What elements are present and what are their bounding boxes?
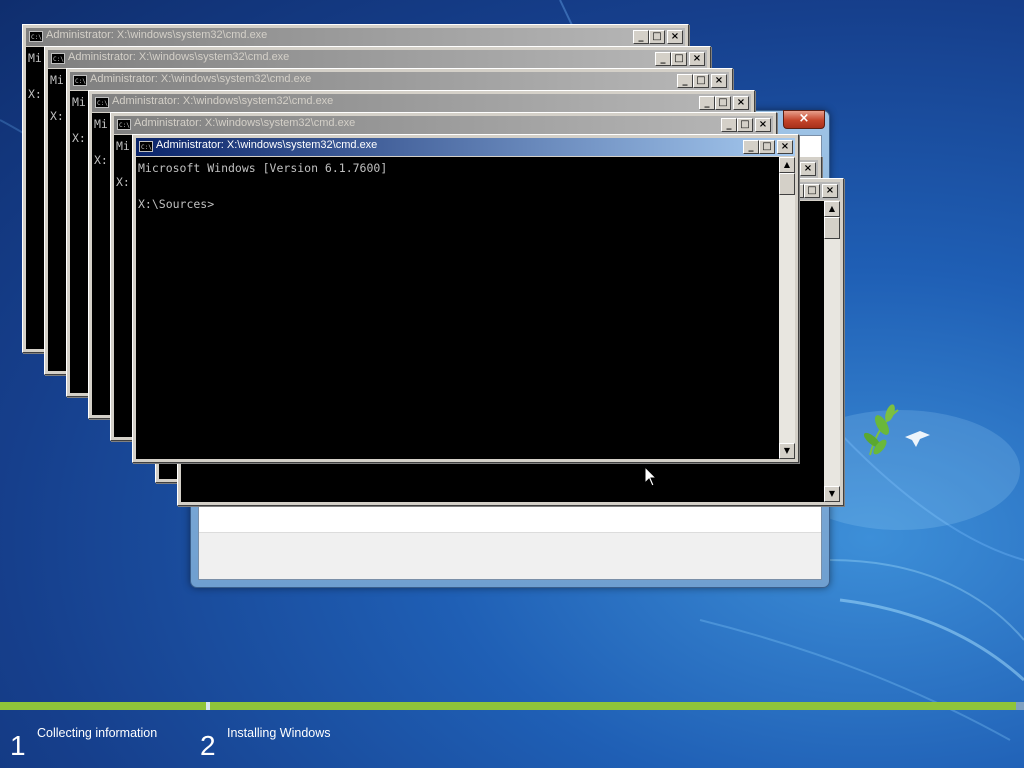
cmd-app-icon: C:\ [73,75,87,86]
minimize-button[interactable]: _ [655,52,671,66]
cmd-title: Administrator: X:\windows\system32\cmd.e… [112,95,334,107]
console-line: X: [72,131,86,145]
progress-step1-fill [0,702,206,710]
vertical-scrollbar[interactable]: ▲ ▼ [824,201,840,502]
cmd-titlebar[interactable]: C:\ Administrator: X:\windows\system32\c… [136,138,795,156]
scroll-down-button[interactable]: ▼ [824,486,840,502]
console-line: X: [50,109,64,123]
setup-window-footer [199,532,821,579]
maximize-button[interactable]: □ [737,118,753,132]
close-button[interactable]: × [733,96,749,110]
cmd-app-icon: C:\ [51,53,65,64]
cmd-title: Administrator: X:\windows\system32\cmd.e… [156,139,378,151]
maximize-button[interactable]: □ [693,74,709,88]
cmd-window-active[interactable]: C:\ Administrator: X:\windows\system32\c… [132,134,799,463]
cmd-titlebar[interactable]: C:\ Administrator: X:\windows\system32\c… [114,116,773,134]
close-button[interactable]: × [667,30,683,44]
mouse-cursor-icon [644,466,658,487]
cmd-app-icon: C:\ [29,31,43,42]
cmd-title: Administrator: X:\windows\system32\cmd.e… [46,29,268,41]
close-button[interactable]: × [711,74,727,88]
minimize-button[interactable]: _ [721,118,737,132]
cmd-app-icon: C:\ [95,97,109,108]
step-label: Collecting information [37,726,158,740]
windows-leaf-logo [863,404,930,456]
cmd-title: Administrator: X:\windows\system32\cmd.e… [90,73,312,85]
close-button[interactable]: × [822,184,838,198]
close-button[interactable]: × [777,140,793,154]
minimize-button[interactable]: _ [633,30,649,44]
cmd-titlebar[interactable]: C:\ Administrator: X:\windows\system32\c… [70,72,729,90]
setup-close-button[interactable]: × [783,110,825,129]
console-line: Mi [50,73,64,87]
console-line: Mi [116,139,130,153]
close-button[interactable]: × [755,118,771,132]
cmd-title: Administrator: X:\windows\system32\cmd.e… [68,51,290,63]
minimize-button[interactable]: _ [743,140,759,154]
cmd-title: Administrator: X:\windows\system32\cmd.e… [134,117,356,129]
maximize-button[interactable]: □ [759,140,775,154]
console-line: Mi [72,95,86,109]
console-prompt: X:\Sources> [138,197,215,211]
console-line: X: [94,153,108,167]
step-label: Installing Windows [227,726,331,740]
maximize-button[interactable]: □ [671,52,687,66]
scroll-up-button[interactable]: ▲ [824,201,840,217]
scroll-up-button[interactable]: ▲ [779,157,795,173]
console-line: Mi [94,117,108,131]
progress-step2-fill [210,702,1016,710]
cmd-app-icon: C:\ [117,119,131,130]
minimize-button[interactable]: _ [699,96,715,110]
close-button[interactable]: × [800,162,816,176]
cmd-titlebar[interactable]: C:\ Administrator: X:\windows\system32\c… [26,28,685,46]
console-line: Microsoft Windows [Version 6.1.7600] [138,161,388,175]
cmd-titlebar[interactable]: C:\ Administrator: X:\windows\system32\c… [92,94,751,112]
console-line: Mi [28,51,42,65]
scroll-thumb[interactable] [779,173,795,195]
scroll-thumb[interactable] [824,217,840,239]
maximize-button[interactable]: □ [715,96,731,110]
console-line: X: [116,175,130,189]
scroll-down-button[interactable]: ▼ [779,443,795,459]
cmd-titlebar[interactable]: C:\ Administrator: X:\windows\system32\c… [48,50,707,68]
step-number: 2 [200,730,216,761]
maximize-button[interactable]: □ [804,184,820,198]
step-number: 1 [10,730,26,761]
maximize-button[interactable]: □ [649,30,665,44]
setup-progress: 1 Collecting information 2 Installing Wi… [0,702,1024,768]
console-line: X: [28,87,42,101]
minimize-button[interactable]: _ [677,74,693,88]
close-button[interactable]: × [689,52,705,66]
cmd-app-icon: C:\ [139,141,153,152]
console-area[interactable]: Microsoft Windows [Version 6.1.7600] X:\… [136,157,795,459]
vertical-scrollbar[interactable]: ▲ ▼ [779,157,795,459]
